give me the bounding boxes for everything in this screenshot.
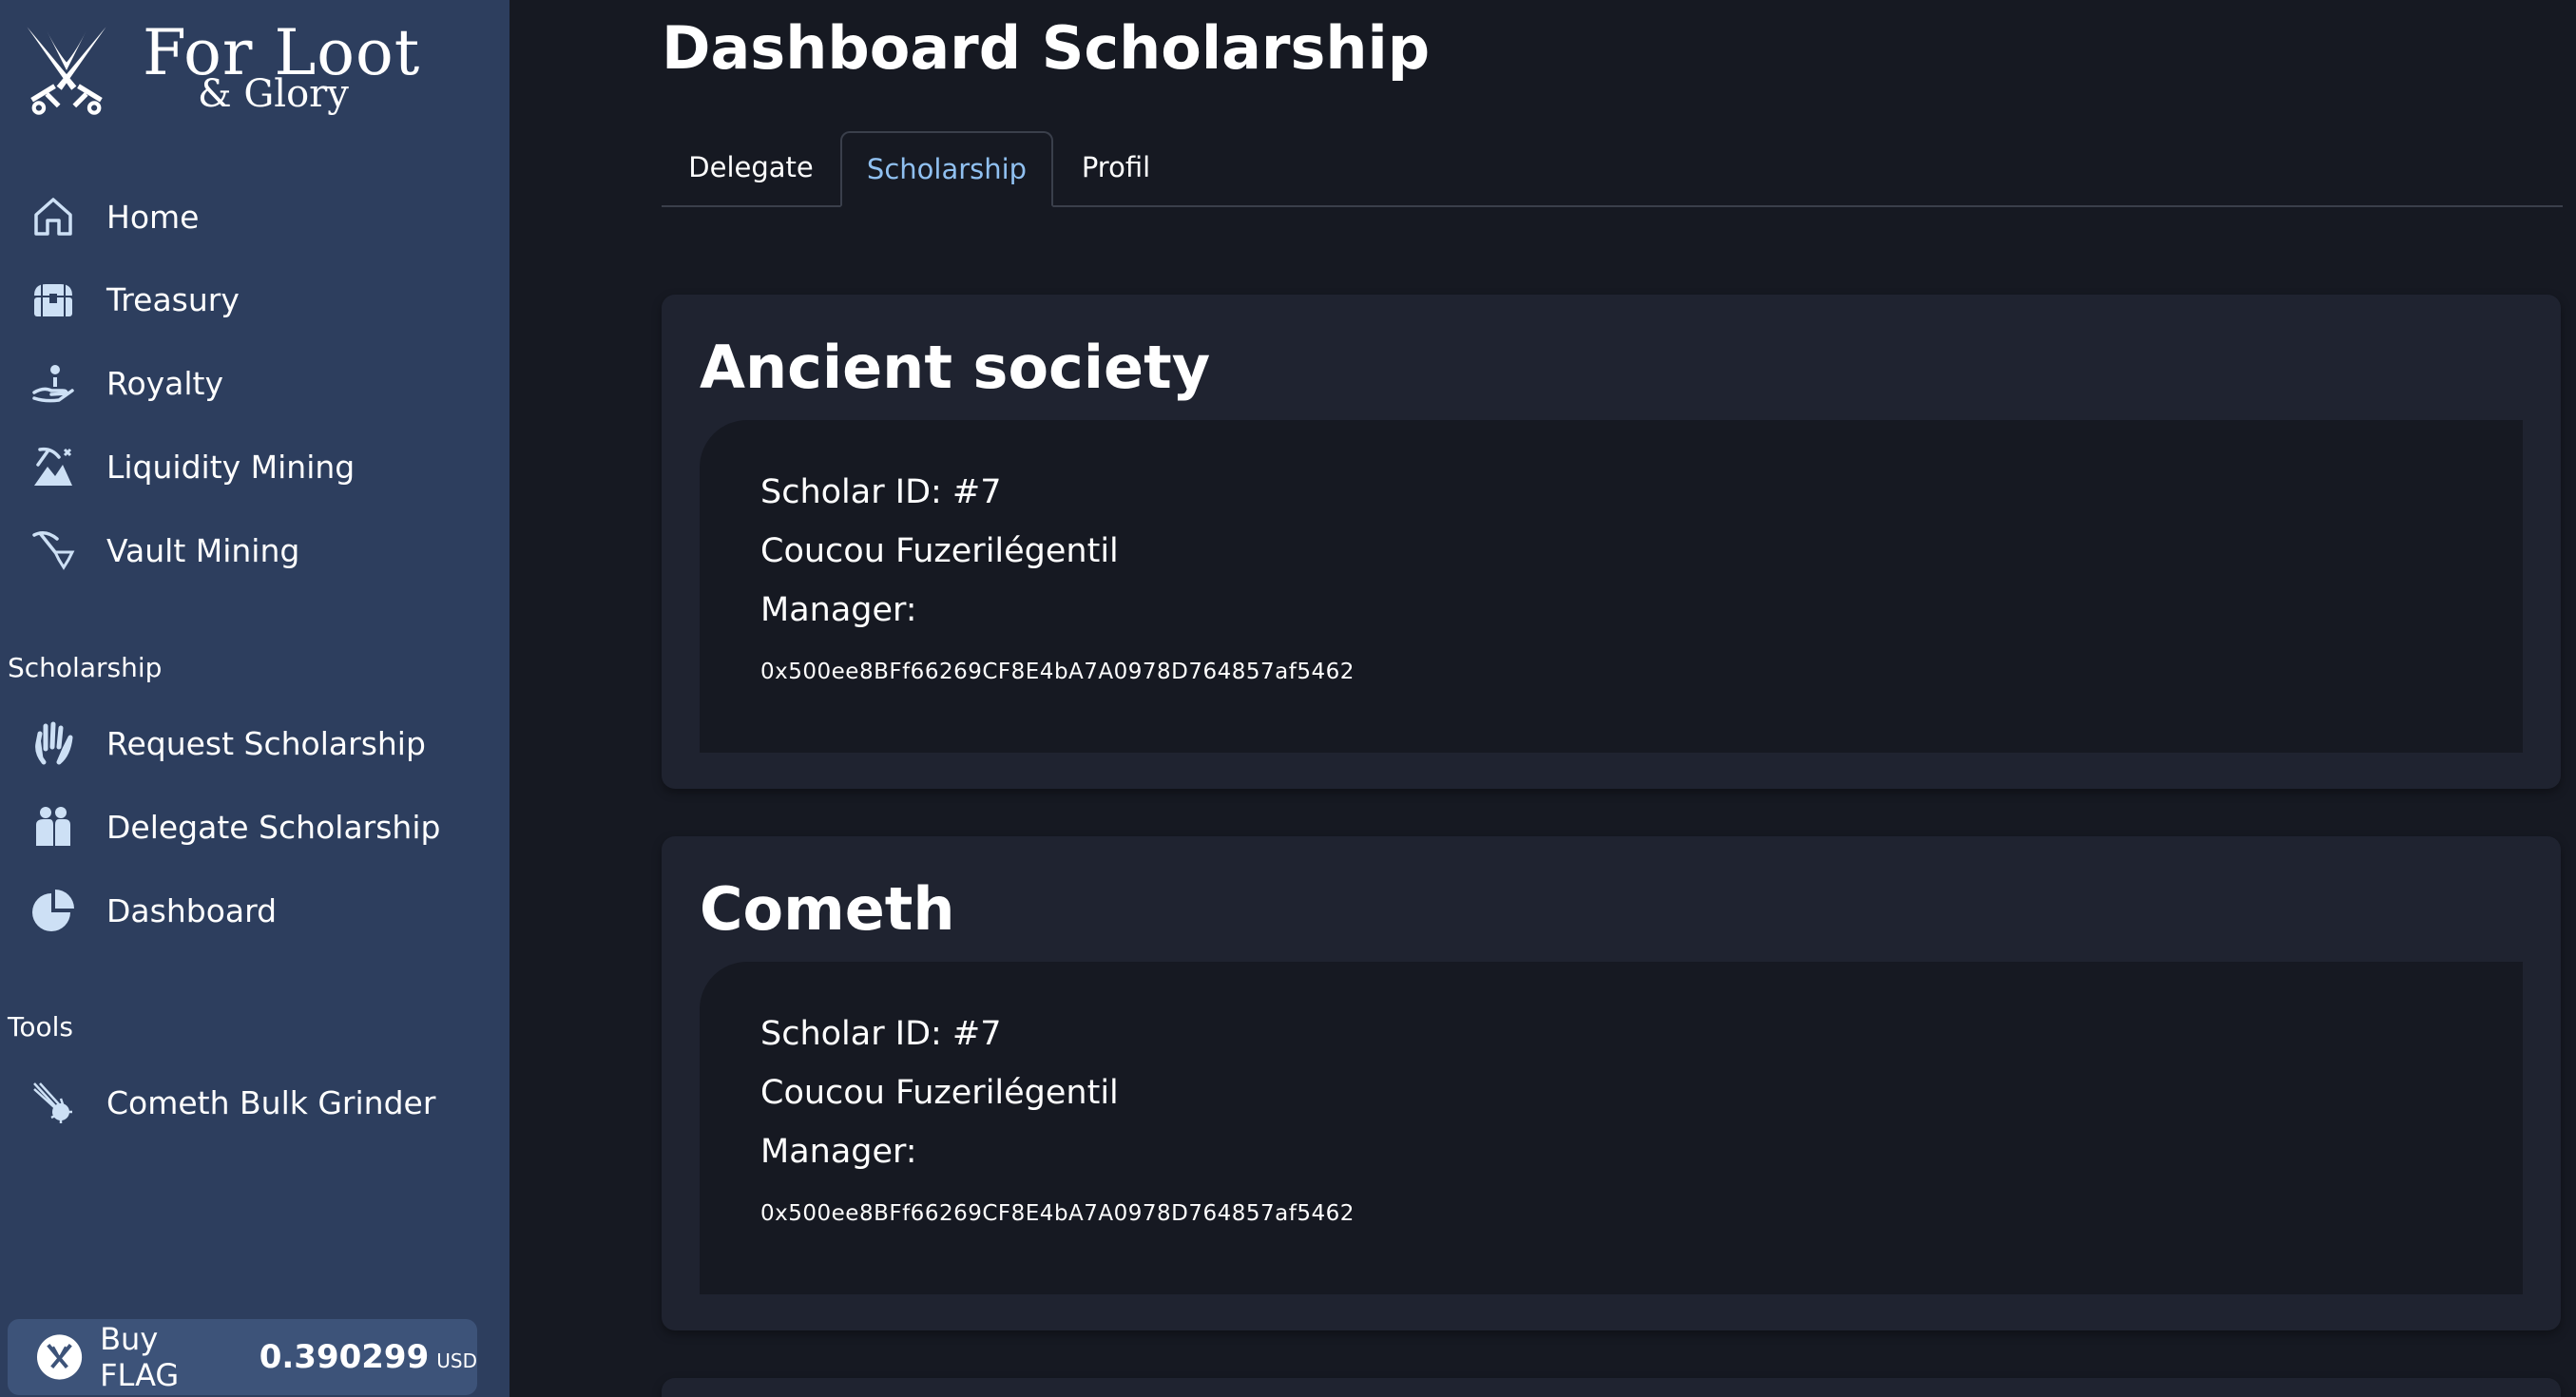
buy-flag-button[interactable]: Buy FLAG 0.390299 USD (8, 1319, 477, 1395)
tab-scholarship[interactable]: Scholarship (840, 131, 1053, 207)
scholar-name: Coucou Fuzerilégentil (760, 532, 1119, 570)
sidebar-item-label: Liquidity Mining (106, 448, 356, 486)
scholarship-card: Cometh Scholar ID: #7 Coucou Fuzerilégen… (662, 836, 2561, 1330)
sidebar-item-vault-mining[interactable]: Vault Mining (23, 517, 489, 584)
tab-bar: Delegate Scholarship Profil (662, 131, 2563, 207)
flag-price-unit: USD (436, 1349, 477, 1372)
sidebar-item-dashboard[interactable]: Dashboard (23, 877, 489, 944)
sidebar: For Loot & Glory Home Treasury Royalty L… (0, 0, 509, 1397)
section-title-tools: Tools (8, 1011, 73, 1043)
scholar-id: Scholar ID: #7 (760, 473, 1002, 511)
card-title: Cometh (700, 874, 955, 944)
scholarship-card: Ancient society Scholar ID: #7 Coucou Fu… (662, 295, 2561, 789)
treasure-chest-icon (23, 273, 84, 326)
flag-price: 0.390299 (259, 1338, 430, 1376)
people-icon (23, 800, 84, 853)
tab-delegate[interactable]: Delegate (662, 131, 840, 203)
hand-coin-icon (23, 356, 84, 410)
scholar-details: Scholar ID: #7 Coucou Fuzerilégentil Man… (700, 420, 2523, 753)
sidebar-item-label: Royalty (106, 364, 224, 402)
tab-profil[interactable]: Profil (1051, 131, 1181, 203)
manager-label: Manager: (760, 1133, 917, 1171)
raised-hand-icon (23, 717, 84, 770)
manager-label: Manager: (760, 591, 917, 629)
home-icon (23, 190, 84, 243)
sidebar-item-label: Dashboard (106, 891, 278, 929)
page-title: Dashboard Scholarship (662, 13, 1431, 83)
sidebar-item-label: Delegate Scholarship (106, 808, 441, 846)
sidebar-item-request-scholarship[interactable]: Request Scholarship (23, 710, 489, 776)
buy-flag-label: Buy FLAG (100, 1321, 180, 1393)
scholar-id: Scholar ID: #7 (760, 1015, 1002, 1053)
sidebar-item-liquidity-mining[interactable]: Liquidity Mining (23, 433, 489, 500)
pie-chart-icon (23, 884, 84, 937)
sidebar-item-delegate-scholarship[interactable]: Delegate Scholarship (23, 794, 489, 860)
sidebar-item-label: Cometh Bulk Grinder (106, 1083, 436, 1121)
sidebar-item-home[interactable]: Home (23, 183, 489, 250)
sidebar-item-cometh-bulk-grinder[interactable]: Cometh Bulk Grinder (23, 1069, 489, 1136)
manager-address: 0x500ee8BFf66269CF8E4bA7A0978D764857af54… (760, 660, 1355, 684)
scholar-name: Coucou Fuzerilégentil (760, 1074, 1119, 1112)
scholarship-card-partial (662, 1378, 2561, 1397)
brand-logo[interactable]: For Loot & Glory (17, 17, 492, 122)
sidebar-item-label: Vault Mining (106, 531, 300, 569)
sidebar-item-label: Treasury (106, 280, 240, 318)
sidebar-item-label: Request Scholarship (106, 724, 426, 762)
brand-subtitle: & Glory (198, 72, 349, 116)
card-title: Ancient society (700, 333, 1211, 402)
pickaxe-gem-icon (23, 524, 84, 577)
scholar-details: Scholar ID: #7 Coucou Fuzerilégentil Man… (700, 962, 2523, 1294)
crossed-swords-icon (27, 27, 106, 115)
section-title-scholarship: Scholarship (8, 652, 163, 683)
mining-icon (23, 440, 84, 493)
flag-token-icon (36, 1334, 83, 1380)
sidebar-item-royalty[interactable]: Royalty (23, 350, 489, 416)
manager-address: 0x500ee8BFf66269CF8E4bA7A0978D764857af54… (760, 1201, 1355, 1226)
comet-icon (23, 1076, 84, 1129)
sidebar-item-label: Home (106, 198, 200, 236)
sidebar-item-treasury[interactable]: Treasury (23, 266, 489, 333)
